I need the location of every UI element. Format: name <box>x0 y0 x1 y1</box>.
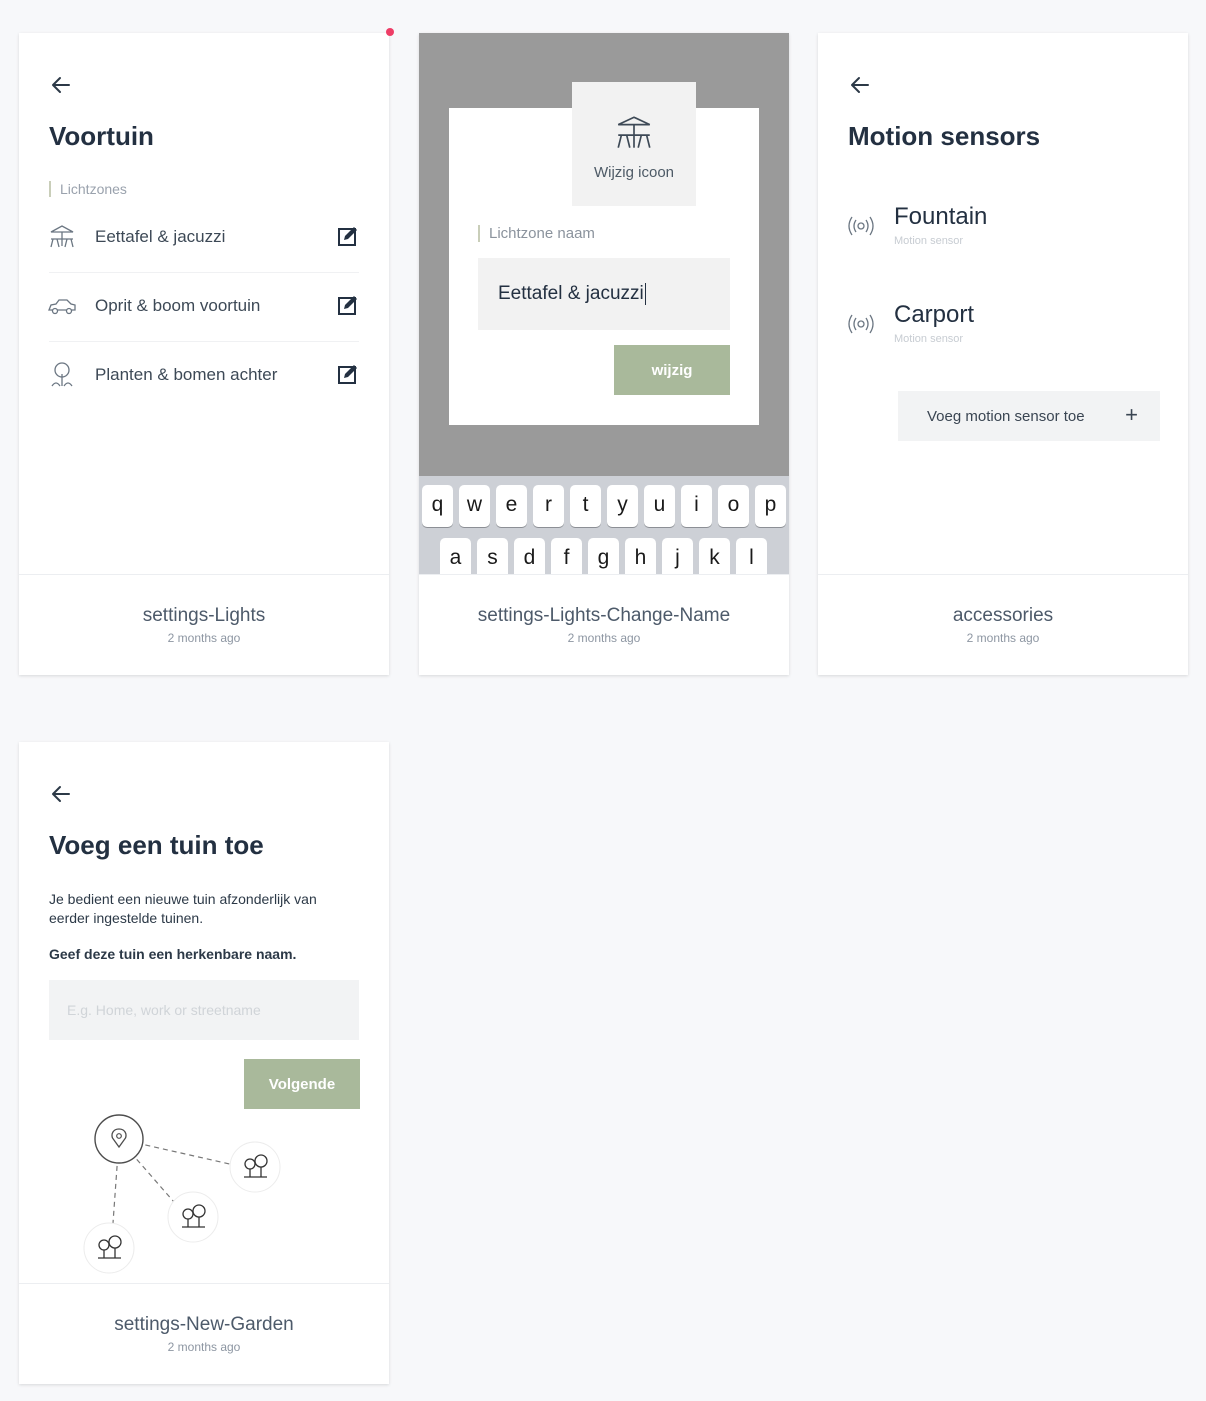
card-title[interactable]: settings-Lights <box>19 605 389 627</box>
keyboard-key[interactable]: t <box>570 485 601 527</box>
card-title[interactable]: accessories <box>818 605 1188 627</box>
instruction-text: Geef deze tuin een herkenbare naam. <box>49 946 297 962</box>
card-footer[interactable]: accessories 2 months ago <box>818 574 1188 675</box>
keyboard-key[interactable]: g <box>588 538 619 574</box>
keyboard-key[interactable]: k <box>699 538 730 574</box>
table-umbrella-icon <box>50 225 74 248</box>
back-arrow-icon[interactable] <box>848 73 872 97</box>
sensor-item[interactable]: Fountain Motion sensor <box>846 203 1146 253</box>
zone-label: Oprit & boom voortuin <box>95 296 261 315</box>
car-icon <box>48 299 76 315</box>
edit-icon[interactable] <box>337 226 359 248</box>
card-timestamp: 2 months ago <box>966 631 1040 645</box>
text-caret <box>644 282 646 305</box>
sensor-item[interactable]: Carport Motion sensor <box>846 301 1146 351</box>
zone-row[interactable]: Planten & bomen achter <box>47 342 359 410</box>
card-settings-new-garden[interactable]: Voeg een tuin toe Je bedient een nieuwe … <box>19 742 389 1384</box>
plus-icon: + <box>1125 402 1138 427</box>
keyboard-key[interactable]: o <box>718 485 749 527</box>
location-pin-icon <box>94 1114 144 1164</box>
card-title[interactable]: settings-Lights-Change-Name <box>419 605 789 627</box>
input-value: Eettafel & jacuzzi <box>498 283 644 304</box>
page-title: Voortuin <box>49 121 154 151</box>
page-title: Motion sensors <box>848 121 1041 151</box>
back-arrow-icon[interactable] <box>49 73 73 97</box>
edit-icon[interactable] <box>337 364 359 386</box>
card-settings-lights[interactable]: Voortuin Lichtzones Eettafel & jacuzzi O… <box>19 33 389 675</box>
zone-name-input[interactable]: Eettafel & jacuzzi <box>478 258 730 330</box>
keyboard-key[interactable]: j <box>662 538 693 574</box>
card-settings-lights-change-name[interactable]: Wijzig icoon Lichtzone naam Eettafel & j… <box>419 33 789 675</box>
card-footer[interactable]: settings-Lights 2 months ago <box>19 574 389 675</box>
keyboard-key[interactable]: i <box>681 485 712 527</box>
rename-dialog: Wijzig icoon Lichtzone naam Eettafel & j… <box>449 82 759 425</box>
tree-icon <box>51 362 73 387</box>
keyboard-key[interactable]: s <box>477 538 508 574</box>
field-label: Lichtzone naam <box>478 225 595 242</box>
volgende-button[interactable]: Volgende <box>244 1059 360 1109</box>
page-title: Voeg een tuin toe <box>49 830 264 860</box>
trees-icon <box>167 1191 219 1243</box>
screen-preview: Motion sensors Fountain Motion sensor Ca… <box>818 33 1188 574</box>
keyboard-key[interactable]: w <box>459 485 490 527</box>
garden-name-input[interactable] <box>49 980 359 1040</box>
card-accessories[interactable]: Motion sensors Fountain Motion sensor Ca… <box>818 33 1188 675</box>
keyboard-key[interactable]: d <box>514 538 545 574</box>
sensor-type: Motion sensor <box>894 333 964 345</box>
change-icon-label: Wijzig icoon <box>593 164 675 181</box>
garden-network-illustration <box>83 1114 281 1274</box>
zone-row[interactable]: Oprit & boom voortuin <box>47 273 359 341</box>
keyboard-key[interactable]: a <box>440 538 471 574</box>
card-timestamp: 2 months ago <box>167 631 241 645</box>
keyboard-key[interactable]: f <box>551 538 582 574</box>
section-label: Lichtzones <box>49 181 127 197</box>
card-timestamp: 2 months ago <box>167 1340 241 1354</box>
screen-preview: Wijzig icoon Lichtzone naam Eettafel & j… <box>419 33 789 574</box>
zone-label: Planten & bomen achter <box>95 365 278 384</box>
screen-preview: Voortuin Lichtzones Eettafel & jacuzzi O… <box>19 33 389 574</box>
keyboard-key[interactable]: e <box>496 485 527 527</box>
sensor-name: Carport <box>894 301 975 328</box>
motion-sensor-icon <box>848 216 874 236</box>
back-arrow-icon[interactable] <box>49 782 73 806</box>
screen-preview: Voeg een tuin toe Je bedient een nieuwe … <box>19 742 389 1283</box>
keyboard-key[interactable]: p <box>755 485 786 527</box>
keyboard-key[interactable]: q <box>422 485 453 527</box>
card-title[interactable]: settings-New-Garden <box>19 1314 389 1336</box>
wijzig-button[interactable]: wijzig <box>614 345 730 395</box>
card-footer[interactable]: settings-New-Garden 2 months ago <box>19 1283 389 1384</box>
change-icon-tile[interactable]: Wijzig icoon <box>572 82 696 206</box>
description-text: Je bedient een nieuwe tuin afzonderlijk … <box>49 891 317 926</box>
keyboard-key[interactable]: u <box>644 485 675 527</box>
table-umbrella-icon <box>617 116 651 148</box>
keyboard-key[interactable]: r <box>533 485 564 527</box>
zone-label: Eettafel & jacuzzi <box>95 227 226 246</box>
keyboard-key[interactable]: l <box>736 538 767 574</box>
zone-row[interactable]: Eettafel & jacuzzi <box>47 204 359 272</box>
onscreen-keyboard: qwertyuiop asdfghjkl <box>419 476 789 574</box>
trees-icon <box>229 1141 281 1193</box>
add-motion-sensor-button[interactable]: Voeg motion sensor toe + <box>898 391 1160 441</box>
trees-icon <box>83 1222 135 1274</box>
notification-dot <box>386 28 394 36</box>
card-timestamp: 2 months ago <box>567 631 641 645</box>
sensor-name: Fountain <box>894 203 988 230</box>
keyboard-key[interactable]: y <box>607 485 638 527</box>
add-sensor-label: Voeg motion sensor toe <box>927 407 1085 425</box>
edit-icon[interactable] <box>337 295 359 317</box>
card-footer[interactable]: settings-Lights-Change-Name 2 months ago <box>419 574 789 675</box>
motion-sensor-icon <box>848 314 874 334</box>
sensor-type: Motion sensor <box>894 235 964 247</box>
keyboard-key[interactable]: h <box>625 538 656 574</box>
